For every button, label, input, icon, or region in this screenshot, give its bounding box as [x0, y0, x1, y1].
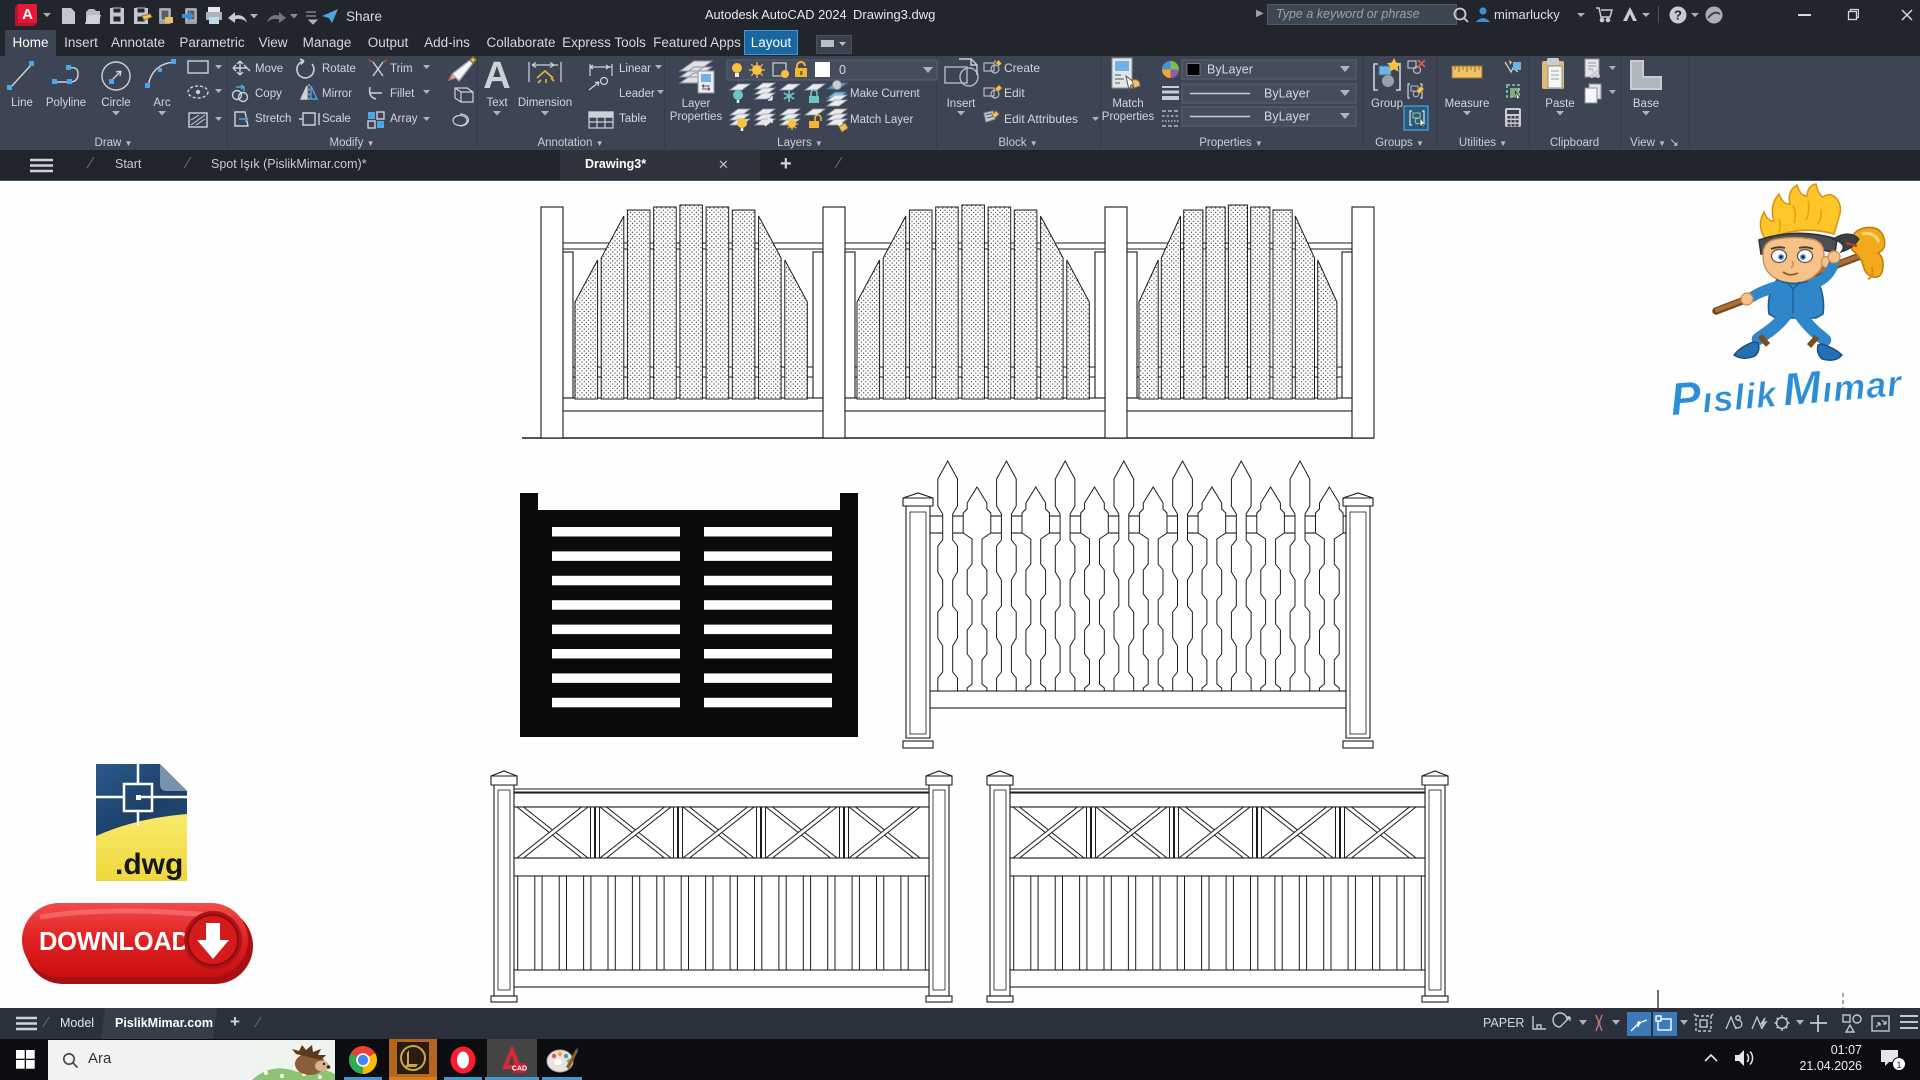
svg-text:Linear: Linear [619, 63, 651, 75]
svg-text:Insert: Insert [947, 98, 977, 110]
svg-text:Mirror: Mirror [322, 88, 352, 100]
svg-text:Edit: Edit [1004, 86, 1025, 100]
svg-text:Stretch: Stretch [255, 113, 291, 125]
svg-text:Paste: Paste [1545, 98, 1574, 110]
svg-text:Arc: Arc [153, 97, 171, 109]
svg-text:1: 1 [1896, 1060, 1901, 1070]
svg-text:Edit Attributes: Edit Attributes [1004, 112, 1078, 126]
svg-text:Share: Share [346, 9, 382, 24]
svg-text:A: A [483, 56, 510, 97]
svg-text:.dwg: .dwg [115, 848, 183, 881]
svg-text:Text: Text [486, 97, 508, 109]
svg-text:Match: Match [1112, 98, 1143, 110]
svg-text:Leader: Leader [619, 88, 655, 100]
svg-text:Circle: Circle [101, 97, 130, 109]
svg-text:Rotate: Rotate [322, 63, 356, 75]
svg-text:ByLayer: ByLayer [1264, 110, 1310, 124]
svg-text:Layer: Layer [682, 98, 711, 110]
svg-text:Trim: Trim [390, 63, 413, 75]
svg-text:?: ? [1674, 8, 1682, 23]
svg-text:Properties: Properties [1102, 111, 1155, 123]
svg-text:ByLayer: ByLayer [1264, 87, 1310, 101]
svg-text:Line: Line [11, 97, 33, 109]
svg-text:DOWNLOAD: DOWNLOAD [39, 928, 190, 956]
svg-text:CAD: CAD [512, 1066, 527, 1073]
svg-text:0: 0 [839, 63, 846, 77]
svg-text:Fillet: Fillet [390, 88, 415, 100]
svg-text:Create: Create [1004, 61, 1040, 75]
svg-text:Base: Base [1633, 98, 1659, 110]
svg-text:PıslikMımar: PıslikMımar [1668, 353, 1905, 425]
svg-text:Measure: Measure [1445, 98, 1490, 110]
svg-text:Polyline: Polyline [46, 97, 86, 109]
svg-text:Scale: Scale [322, 113, 351, 125]
svg-text:Move: Move [255, 63, 283, 75]
svg-text:Properties: Properties [670, 111, 723, 123]
svg-text:ByLayer: ByLayer [1207, 63, 1253, 77]
svg-text:Copy: Copy [255, 88, 282, 100]
svg-text:Array: Array [390, 113, 418, 125]
svg-text:A: A [22, 6, 33, 23]
svg-text:Table: Table [619, 113, 647, 125]
svg-text:Dimension: Dimension [518, 97, 572, 109]
svg-text:Match Layer: Match Layer [850, 114, 913, 126]
svg-text:Make Current: Make Current [850, 88, 920, 100]
svg-text:Group: Group [1371, 98, 1403, 110]
